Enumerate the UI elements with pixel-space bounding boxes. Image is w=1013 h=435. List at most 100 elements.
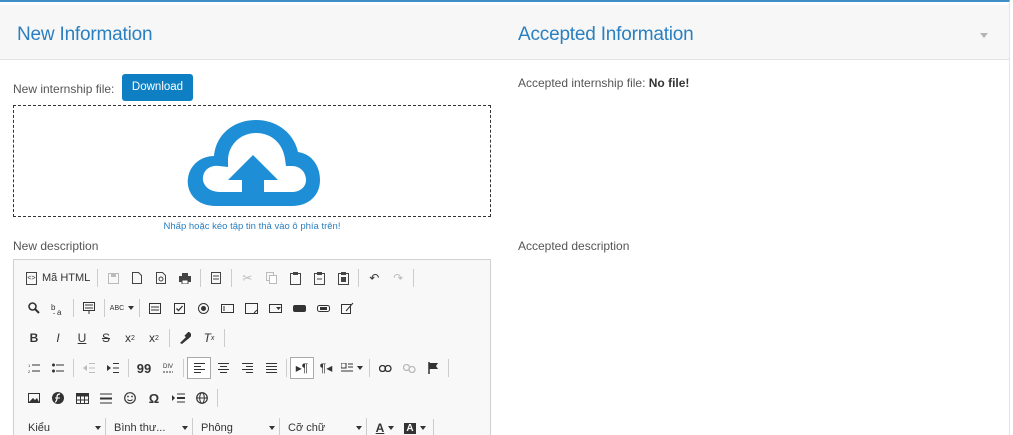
new-internship-file-label: New internship file: <box>13 82 115 96</box>
iframe-globe-icon[interactable] <box>190 387 214 409</box>
toolbar-separator <box>413 269 415 287</box>
form-icon[interactable] <box>143 297 167 319</box>
bold-icon[interactable]: B <box>22 327 46 349</box>
toolbar-separator <box>433 419 434 435</box>
preview-icon[interactable] <box>149 267 173 289</box>
new-description-label: New description <box>13 239 99 253</box>
button-field-icon[interactable] <box>287 297 311 319</box>
chevron-down-icon <box>269 426 275 430</box>
paste-text-icon[interactable] <box>307 267 331 289</box>
spellcheck-icon[interactable]: ABC <box>108 297 136 319</box>
toolbar-separator <box>139 299 140 317</box>
toolbar-separator <box>183 359 184 377</box>
toolbar-separator <box>231 269 233 287</box>
toolbar-separator <box>73 359 74 377</box>
new-information-title: New Information <box>17 24 153 45</box>
style-dropdown[interactable]: Kiểu <box>20 418 106 435</box>
information-panel: New Information Accepted Information New… <box>0 0 1010 435</box>
indent-icon[interactable] <box>101 357 125 379</box>
align-left-icon[interactable] <box>187 357 211 379</box>
numbered-list-icon[interactable]: 12 <box>22 357 46 379</box>
accepted-description-label: Accepted description <box>518 239 630 253</box>
image-icon[interactable] <box>22 387 46 409</box>
download-button[interactable]: Download <box>122 74 193 101</box>
find-icon[interactable] <box>22 297 46 319</box>
source-label: Mã HTML <box>42 272 91 284</box>
smiley-icon[interactable] <box>118 387 142 409</box>
outdent-icon[interactable] <box>77 357 101 379</box>
text-direction-ltr-icon[interactable]: ▸¶ <box>290 357 314 379</box>
accepted-internship-file-label: Accepted internship file: No file! <box>518 76 690 90</box>
blockquote-icon[interactable]: 99 <box>132 357 156 379</box>
text-direction-rtl-icon[interactable]: ¶◂ <box>314 357 338 379</box>
collapse-caret-icon[interactable] <box>980 33 988 38</box>
paste-icon[interactable] <box>283 267 307 289</box>
dropzone-hint: Nhấp hoặc kéo tập tin thả vào ô phía trê… <box>163 221 341 232</box>
font-size-dropdown[interactable]: Cỡ chữ <box>280 418 367 435</box>
paste-word-icon[interactable] <box>331 267 355 289</box>
background-color-icon[interactable]: A <box>400 417 430 435</box>
superscript-icon[interactable]: x2 <box>142 327 166 349</box>
source-icon: <> <box>26 271 37 285</box>
chevron-down-icon <box>95 426 101 430</box>
format-dropdown[interactable]: Bình thư... <box>106 418 193 435</box>
link-icon[interactable] <box>373 357 397 379</box>
image-button-icon[interactable] <box>311 297 335 319</box>
underline-icon[interactable]: U <box>70 327 94 349</box>
print-icon[interactable] <box>173 267 197 289</box>
flash-icon[interactable] <box>46 387 70 409</box>
subscript-icon[interactable]: x2 <box>118 327 142 349</box>
undo-icon[interactable]: ↶ <box>362 267 386 289</box>
textfield-icon[interactable] <box>215 297 239 319</box>
replace-icon[interactable]: ba <box>46 297 70 319</box>
svg-text:DIV: DIV <box>163 364 173 370</box>
file-dropzone[interactable] <box>13 105 491 217</box>
toolbar-row-document: <> Mã HTML ✂ ↶ ↷ <box>22 266 417 290</box>
anchor-flag-icon[interactable] <box>421 357 445 379</box>
toolbar-row-insert: Ω <box>22 386 221 410</box>
toolbar-separator <box>217 389 218 407</box>
language-icon[interactable] <box>338 357 366 379</box>
toolbar-row-styles: Kiểu Bình thư... Phông Cỡ chữ A A <box>20 416 437 435</box>
redo-icon[interactable]: ↷ <box>386 267 410 289</box>
rich-text-editor[interactable]: <> Mã HTML ✂ ↶ ↷ ba ABC B I U S x 2 x 2 … <box>13 259 491 435</box>
svg-text:2: 2 <box>28 369 31 374</box>
svg-text:a: a <box>57 308 62 315</box>
toolbar-separator <box>104 299 105 317</box>
copy-icon[interactable] <box>259 267 283 289</box>
bulleted-list-icon[interactable] <box>46 357 70 379</box>
toolbar-separator <box>369 359 370 377</box>
copy-format-icon[interactable] <box>173 327 197 349</box>
align-justify-icon[interactable] <box>259 357 283 379</box>
radio-icon[interactable] <box>191 297 215 319</box>
align-center-icon[interactable] <box>211 357 235 379</box>
checkbox-icon[interactable] <box>167 297 191 319</box>
toolbar-separator <box>224 329 225 347</box>
svg-text:b: b <box>51 303 56 312</box>
remove-format-icon[interactable]: Tx <box>197 327 221 349</box>
special-char-icon[interactable]: Ω <box>142 387 166 409</box>
table-icon[interactable] <box>70 387 94 409</box>
toolbar-separator <box>73 299 74 317</box>
source-html-button[interactable]: <> Mã HTML <box>22 267 94 289</box>
select-field-icon[interactable] <box>263 297 287 319</box>
page-break-icon[interactable] <box>166 387 190 409</box>
svg-text:1: 1 <box>28 363 31 368</box>
save-icon[interactable] <box>101 267 125 289</box>
font-dropdown[interactable]: Phông <box>193 418 280 435</box>
chevron-down-icon <box>182 426 188 430</box>
strikethrough-icon[interactable]: S <box>94 327 118 349</box>
textarea-icon[interactable] <box>239 297 263 319</box>
align-right-icon[interactable] <box>235 357 259 379</box>
cut-icon[interactable]: ✂ <box>235 267 259 289</box>
unlink-icon[interactable] <box>397 357 421 379</box>
select-all-icon[interactable] <box>77 297 101 319</box>
text-color-icon[interactable]: A <box>370 417 400 435</box>
create-div-icon[interactable]: DIV <box>156 357 180 379</box>
templates-icon[interactable] <box>204 267 228 289</box>
italic-icon[interactable]: I <box>46 327 70 349</box>
new-page-icon[interactable] <box>125 267 149 289</box>
hidden-field-icon[interactable] <box>335 297 359 319</box>
toolbar-row-forms: ba ABC <box>22 296 359 320</box>
horizontal-rule-icon[interactable] <box>94 387 118 409</box>
